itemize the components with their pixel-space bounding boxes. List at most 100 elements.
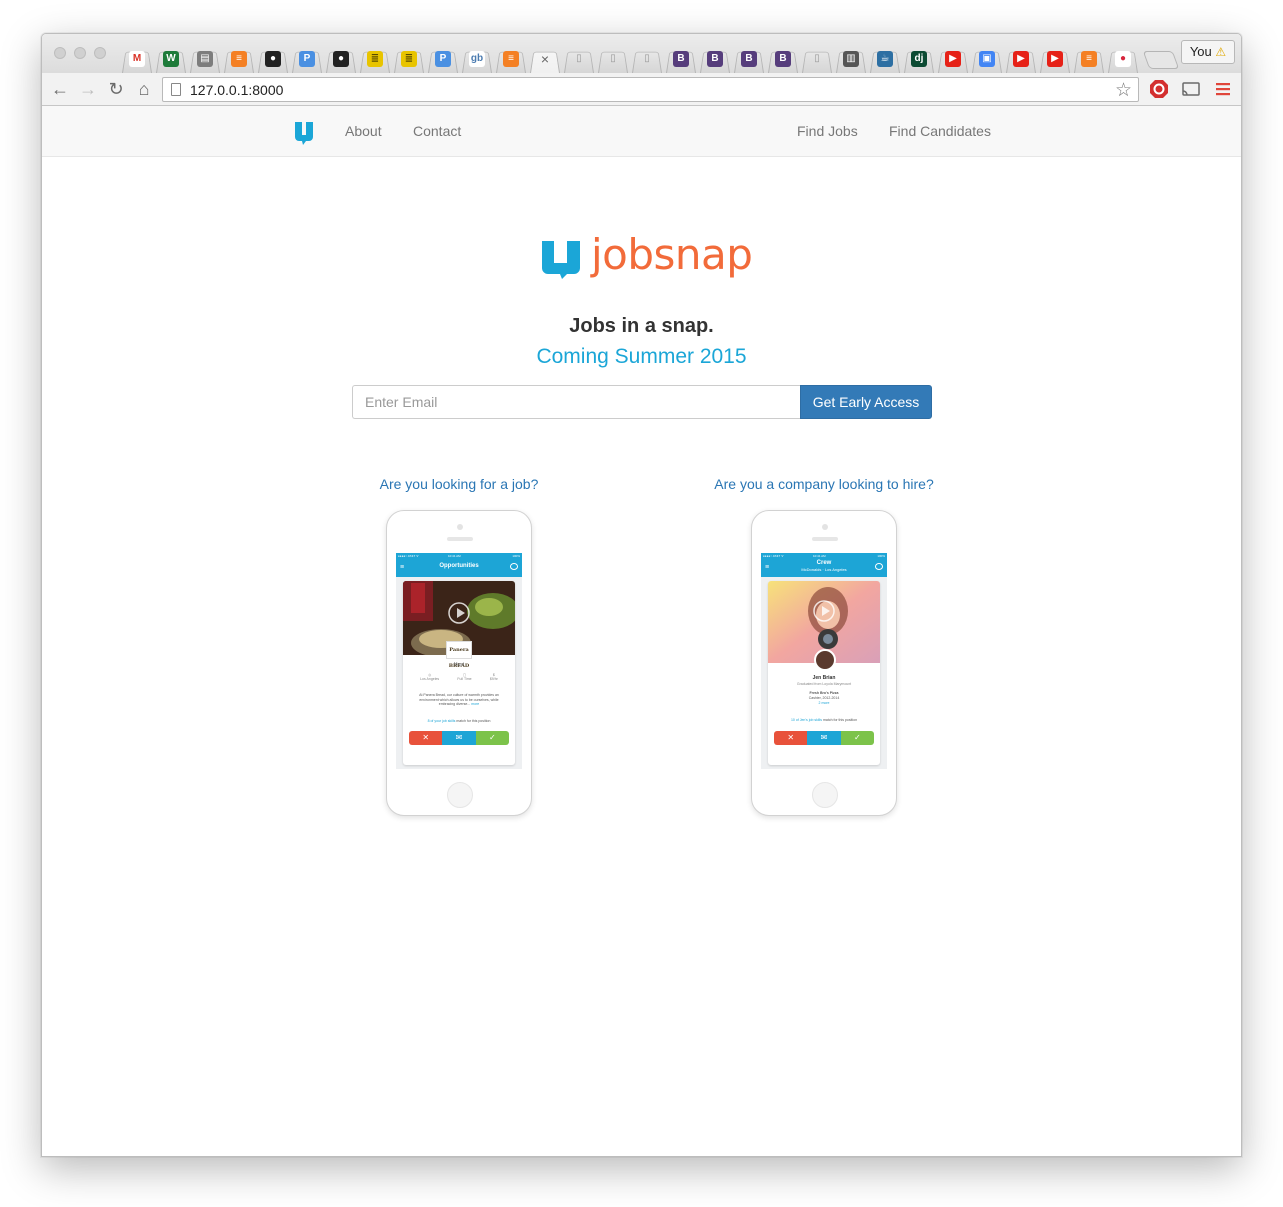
browser-tab[interactable]: ▯ bbox=[630, 45, 664, 73]
browser-tab[interactable]: ≡ bbox=[494, 45, 528, 73]
reload-button[interactable]: ↻ bbox=[104, 77, 128, 101]
bootstrap-icon: B bbox=[673, 51, 689, 67]
chat-icon bbox=[875, 563, 883, 570]
reject-icon: ✕ bbox=[409, 731, 443, 745]
candidate-action-bar: ✕ ✉ ✓ bbox=[774, 731, 874, 745]
browser-tab[interactable]: ≡ bbox=[1072, 45, 1106, 73]
zoom-window-button[interactable] bbox=[94, 47, 106, 59]
browser-tab[interactable]: gb bbox=[460, 45, 494, 73]
new-tab-button[interactable] bbox=[1142, 51, 1180, 69]
menu-icon[interactable] bbox=[1213, 79, 1233, 99]
youtube-icon: ▶ bbox=[1047, 51, 1063, 67]
browser-tab[interactable]: ● bbox=[256, 45, 290, 73]
browser-tab[interactable]: ● bbox=[1106, 45, 1140, 73]
browser-tab[interactable]: ≡ bbox=[222, 45, 256, 73]
browser-tab[interactable]: ▥ bbox=[834, 45, 868, 73]
bootstrap-icon: B bbox=[741, 51, 757, 67]
page-icon: ▯ bbox=[644, 53, 650, 64]
jobsnap-logo-icon[interactable] bbox=[292, 119, 316, 145]
p-icon: P bbox=[299, 51, 315, 67]
browser-tab[interactable]: B bbox=[766, 45, 800, 73]
nav-find-candidates-link[interactable]: Find Candidates bbox=[889, 123, 991, 139]
browser-tab[interactable]: ≣ bbox=[358, 45, 392, 73]
stackoverflow-icon: ≡ bbox=[1081, 51, 1097, 67]
company-hire-link[interactable]: Are you a company looking to hire? bbox=[674, 476, 974, 492]
browser-tab[interactable]: ▯ bbox=[562, 45, 596, 73]
phone-camera bbox=[822, 524, 828, 530]
bookmark-star-icon[interactable]: ☆ bbox=[1115, 79, 1132, 102]
bootstrap-icon: B bbox=[775, 51, 791, 67]
email-input[interactable] bbox=[352, 385, 800, 419]
job-seeker-link[interactable]: Are you looking for a job? bbox=[309, 476, 609, 492]
accept-icon: ✓ bbox=[840, 731, 874, 745]
phone-speaker bbox=[812, 537, 838, 541]
browser-tab[interactable]: × bbox=[528, 45, 562, 73]
coming-soon-text: Coming Summer 2015 bbox=[536, 345, 747, 368]
tab-list: M W ▤ ≡ ● P ● ≣ ≣ Pgb ≡ × ▯ ▯ ▯ B B B B ▯ ▥ ☕ dj ▶ ▣ ▶ ▶ ≡ ● bbox=[120, 45, 1180, 73]
get-early-access-button[interactable]: Get Early Access bbox=[800, 385, 932, 419]
browser-tab[interactable]: B bbox=[664, 45, 698, 73]
chat-icon bbox=[510, 563, 518, 570]
browser-tab[interactable]: P bbox=[290, 45, 324, 73]
phone-home-button bbox=[812, 782, 838, 808]
p-icon: P bbox=[435, 51, 451, 67]
apple-icon: ● bbox=[1115, 51, 1131, 67]
job-role: Host bbox=[453, 662, 465, 668]
browser-tab[interactable]: ▶ bbox=[936, 45, 970, 73]
browser-tab[interactable]: ≣ bbox=[392, 45, 426, 73]
candidate-match: 10 of Jen's job skills match for this po… bbox=[768, 718, 880, 722]
browser-tab[interactable]: ● bbox=[324, 45, 358, 73]
browser-tab[interactable]: ▤ bbox=[188, 45, 222, 73]
reject-icon: ✕ bbox=[774, 731, 808, 745]
gb-icon: gb bbox=[469, 51, 485, 67]
browser-tab[interactable]: M bbox=[120, 45, 154, 73]
columns-icon: ▥ bbox=[843, 51, 859, 67]
status-battery: 100% bbox=[512, 554, 520, 558]
nav-find-jobs-link[interactable]: Find Jobs bbox=[797, 123, 858, 139]
adblock-icon[interactable] bbox=[1149, 79, 1169, 99]
url-text: 127.0.0.1:8000 bbox=[190, 82, 284, 98]
status-carrier: ●●●●○ AT&T ᯤ bbox=[763, 554, 784, 558]
job-description: At Panera Bread, our culture of warmth p… bbox=[415, 693, 503, 707]
youtube-icon: ▶ bbox=[1013, 51, 1029, 67]
tagline: Jobs in a snap. bbox=[569, 315, 714, 337]
site-navbar: About Contact Find Jobs Find Candidates bbox=[42, 106, 1241, 157]
back-button[interactable]: ← bbox=[48, 77, 72, 101]
browser-tab[interactable]: ▶ bbox=[1004, 45, 1038, 73]
job-meta-row: ◎ Los Angeles ▢ Full Time $ $9/hr bbox=[411, 673, 507, 681]
early-access-form: Get Early Access bbox=[352, 385, 932, 419]
candidate-avatar bbox=[814, 649, 836, 671]
close-window-button[interactable] bbox=[54, 47, 66, 59]
bookmark-icon: ▣ bbox=[979, 51, 995, 67]
home-button[interactable]: ⌂ bbox=[132, 77, 156, 101]
brand-wordmark: jobsnap bbox=[591, 230, 753, 279]
profile-label: You bbox=[1189, 44, 1212, 59]
phone-screen: ●●●●○ AT&T ᯤ 10:41 AM 100% ≡ Crew McDona… bbox=[761, 553, 887, 769]
browser-tab[interactable]: B bbox=[732, 45, 766, 73]
browser-tab[interactable]: ▣ bbox=[970, 45, 1004, 73]
company-logo: Panera BREAD bbox=[446, 641, 472, 669]
address-bar[interactable]: 127.0.0.1:8000 ☆ bbox=[162, 77, 1139, 102]
browser-tab[interactable]: B bbox=[698, 45, 732, 73]
app-header: ≡ Opportunities bbox=[396, 559, 522, 577]
browser-tab[interactable]: ▶ bbox=[1038, 45, 1072, 73]
browser-tab[interactable]: W bbox=[154, 45, 188, 73]
gmail-icon: M bbox=[129, 51, 145, 67]
nav-about-link[interactable]: About bbox=[345, 123, 382, 139]
app-title: Crew bbox=[816, 560, 832, 566]
cast-icon[interactable] bbox=[1181, 79, 1201, 99]
browser-tab[interactable]: P bbox=[426, 45, 460, 73]
candidate-employer: Fresh Bro's Pizza bbox=[809, 691, 839, 695]
job-match-link: 8 of your job skills bbox=[427, 719, 456, 723]
profile-button[interactable]: You ⚠ bbox=[1181, 40, 1235, 64]
nav-contact-link[interactable]: Contact bbox=[413, 123, 461, 139]
phone-speaker bbox=[447, 537, 473, 541]
browser-tab[interactable]: ☕ bbox=[868, 45, 902, 73]
forward-button[interactable]: → bbox=[76, 77, 100, 101]
browser-tab[interactable]: dj bbox=[902, 45, 936, 73]
browser-tab[interactable]: ▯ bbox=[596, 45, 630, 73]
minimize-window-button[interactable] bbox=[74, 47, 86, 59]
browser-tab[interactable]: ▯ bbox=[800, 45, 834, 73]
candidate-name: Jen Brian bbox=[812, 675, 836, 681]
close-icon[interactable]: × bbox=[537, 51, 553, 67]
